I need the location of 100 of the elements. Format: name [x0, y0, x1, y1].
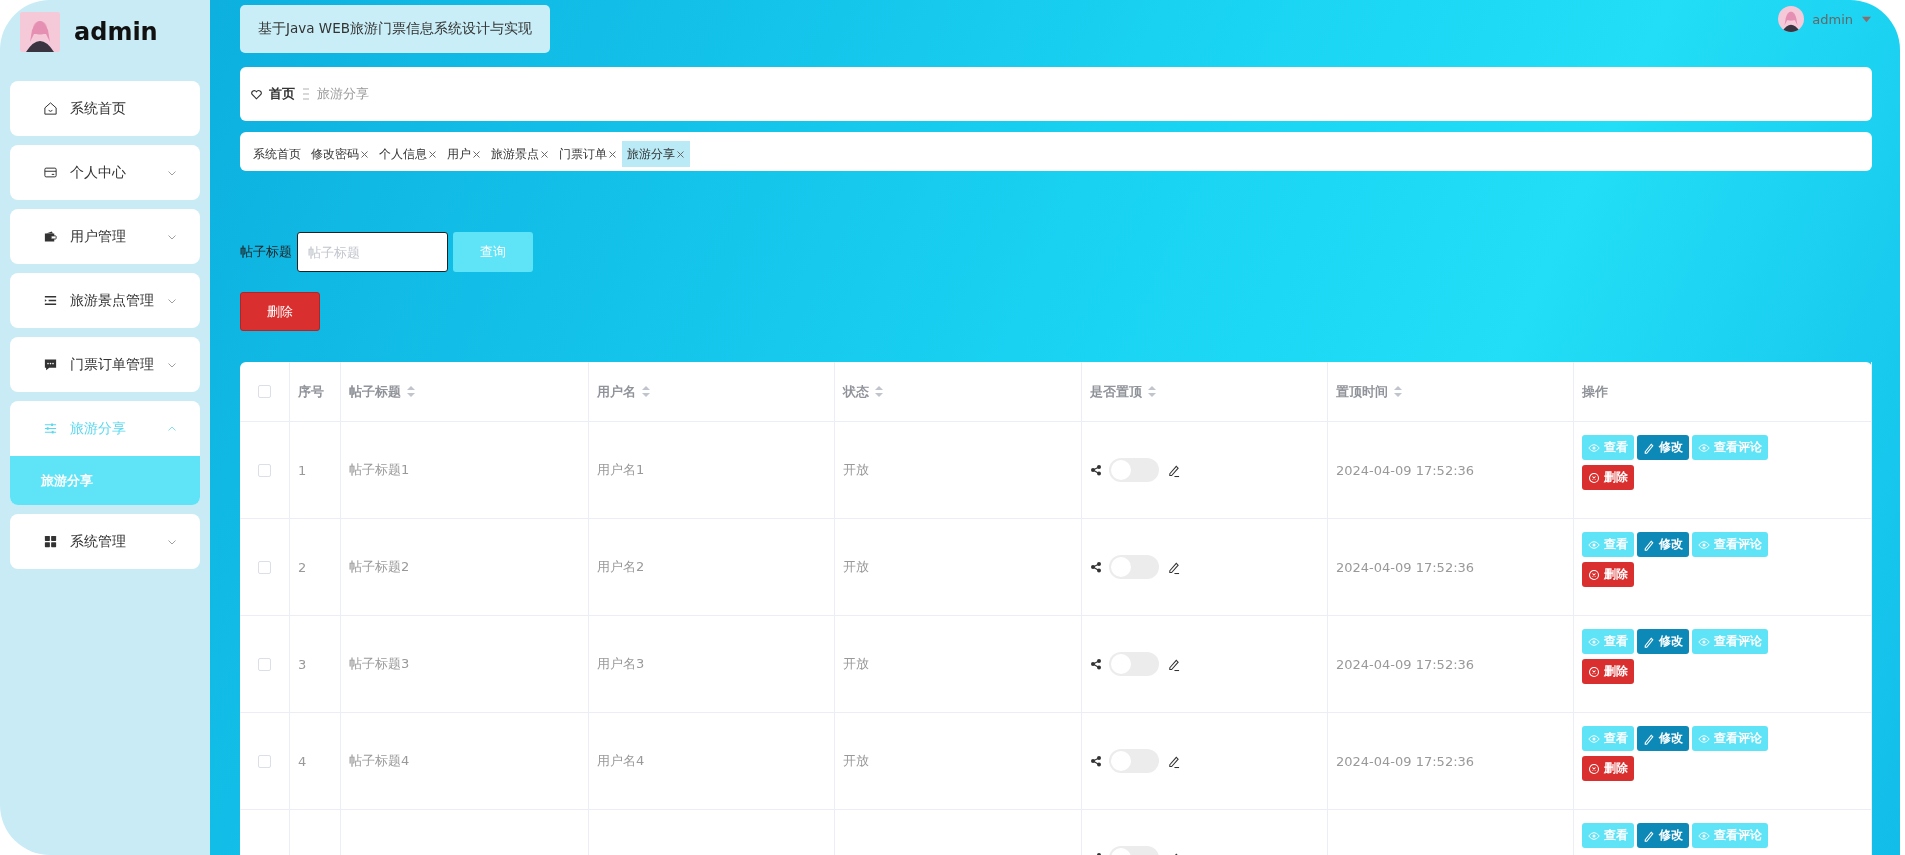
sidebar-item[interactable]: 旅游景点管理: [10, 273, 200, 328]
delete-button[interactable]: 删除: [240, 292, 320, 331]
delete-button[interactable]: 删除: [1582, 659, 1634, 684]
table-cell: 2: [298, 559, 307, 575]
caret-down-icon[interactable]: [1861, 14, 1872, 24]
pencil-icon: [1643, 635, 1655, 648]
tab[interactable]: 旅游分享: [622, 141, 690, 167]
tab[interactable]: 用户: [442, 141, 486, 167]
table-cell: 用户名1: [597, 461, 645, 479]
table-cell: 开放: [843, 752, 869, 770]
delete-button[interactable]: 删除: [1582, 756, 1634, 781]
tab[interactable]: 个人信息: [374, 141, 442, 167]
close-icon[interactable]: [540, 149, 549, 159]
card-icon: [43, 165, 58, 180]
table-cell: 3: [298, 656, 307, 672]
checkbox[interactable]: [258, 754, 271, 768]
wallet-icon: [43, 229, 58, 244]
tab[interactable]: 门票订单: [554, 141, 622, 167]
eye-icon: [1698, 829, 1710, 842]
table-cell: 开放: [843, 655, 869, 673]
pencil-icon: [1643, 538, 1655, 551]
checkbox[interactable]: [258, 560, 271, 574]
eye-icon: [1588, 441, 1600, 454]
checkbox[interactable]: [258, 657, 271, 671]
sidebar-item[interactable]: 个人中心: [10, 145, 200, 200]
table-cell: 用户名3: [597, 655, 645, 673]
eye-icon: [1698, 538, 1710, 551]
tab[interactable]: 修改密码: [306, 141, 374, 167]
column-header[interactable]: 是否置顶: [1090, 382, 1157, 401]
table-cell: 2024-04-09 17:52:36: [1336, 753, 1475, 769]
table-cell: 开放: [843, 558, 869, 576]
breadcrumb-item: 旅游分享: [317, 85, 369, 103]
close-icon[interactable]: [360, 149, 369, 159]
edit-button[interactable]: 修改: [1637, 532, 1689, 557]
table-cell: 4: [298, 753, 307, 769]
table-cell: 帖子标题2: [349, 558, 410, 576]
column-header[interactable]: 帖子标题: [349, 382, 416, 401]
sidebar-item[interactable]: 门票订单管理: [10, 337, 200, 392]
column-header[interactable]: 用户名: [597, 382, 651, 401]
table-cell: 2024-04-09 17:52:36: [1336, 559, 1475, 575]
field-label: 帖子标题: [240, 243, 292, 261]
chat-icon: [43, 357, 58, 372]
list-icon: [43, 293, 58, 308]
table-cell: 帖子标题1: [349, 461, 410, 479]
close-circle-icon: [1588, 471, 1600, 484]
table-cell: 2024-04-09 17:52:36: [1336, 462, 1475, 478]
eye-icon: [1698, 732, 1710, 745]
sort-icon[interactable]: [1393, 385, 1403, 398]
breadcrumb-item[interactable]: 首页: [269, 85, 295, 103]
edit-button[interactable]: 修改: [1637, 435, 1689, 460]
sort-icon[interactable]: [1147, 385, 1157, 398]
user-name[interactable]: admin: [1812, 11, 1853, 27]
sidebar-item[interactable]: 系统管理: [10, 514, 200, 569]
pencil-icon: [1643, 441, 1655, 454]
grid-icon: [43, 534, 58, 549]
column-header[interactable]: 置顶时间: [1336, 382, 1403, 401]
delete-button[interactable]: 删除: [1582, 465, 1634, 490]
delete-button[interactable]: 删除: [1582, 562, 1634, 587]
sidebar-item[interactable]: 用户管理: [10, 209, 200, 264]
tab[interactable]: 旅游景点: [486, 141, 554, 167]
table-cell: 1: [298, 462, 307, 478]
separator-icon: [301, 86, 311, 102]
pencil-icon: [1643, 732, 1655, 745]
close-icon[interactable]: [676, 149, 685, 159]
table-cell: 帖子标题3: [349, 655, 410, 673]
table-cell: 用户名4: [597, 752, 645, 770]
tab[interactable]: 系统首页: [248, 141, 306, 167]
table-cell: 开放: [843, 461, 869, 479]
edit-button[interactable]: 修改: [1637, 629, 1689, 654]
eye-icon: [1588, 829, 1600, 842]
close-icon[interactable]: [472, 149, 481, 159]
eye-icon: [1588, 538, 1600, 551]
checkbox[interactable]: [258, 385, 271, 398]
edit-button[interactable]: 修改: [1637, 823, 1689, 848]
table-cell: 2024-04-09 17:52:36: [1336, 656, 1475, 672]
share-icon: [1090, 464, 1101, 476]
eye-icon: [1698, 635, 1710, 648]
close-circle-icon: [1588, 665, 1600, 678]
heart-icon: [250, 87, 263, 101]
share-icon: [1090, 658, 1101, 670]
avatar-icon: [1778, 6, 1805, 32]
column-header[interactable]: 状态: [843, 382, 884, 401]
sort-icon[interactable]: [641, 385, 651, 398]
column-header: 序号: [298, 382, 324, 401]
system-title: 基于Java WEB旅游门票信息系统设计与实现: [240, 5, 550, 53]
table-cell: 帖子标题4: [349, 752, 410, 770]
user-name: admin: [74, 18, 158, 46]
sort-icon[interactable]: [874, 385, 884, 398]
checkbox[interactable]: [258, 463, 271, 477]
close-icon[interactable]: [428, 149, 437, 159]
share-icon: [1090, 755, 1101, 767]
sliders-icon: [43, 421, 58, 436]
close-icon[interactable]: [608, 149, 617, 159]
eye-icon: [1588, 732, 1600, 745]
edit-button[interactable]: 修改: [1637, 726, 1689, 751]
close-circle-icon: [1588, 762, 1600, 775]
sort-icon[interactable]: [406, 385, 416, 398]
eye-icon: [1588, 635, 1600, 648]
column-header: 操作: [1582, 382, 1608, 401]
sidebar-item[interactable]: 系统首页: [10, 81, 200, 136]
